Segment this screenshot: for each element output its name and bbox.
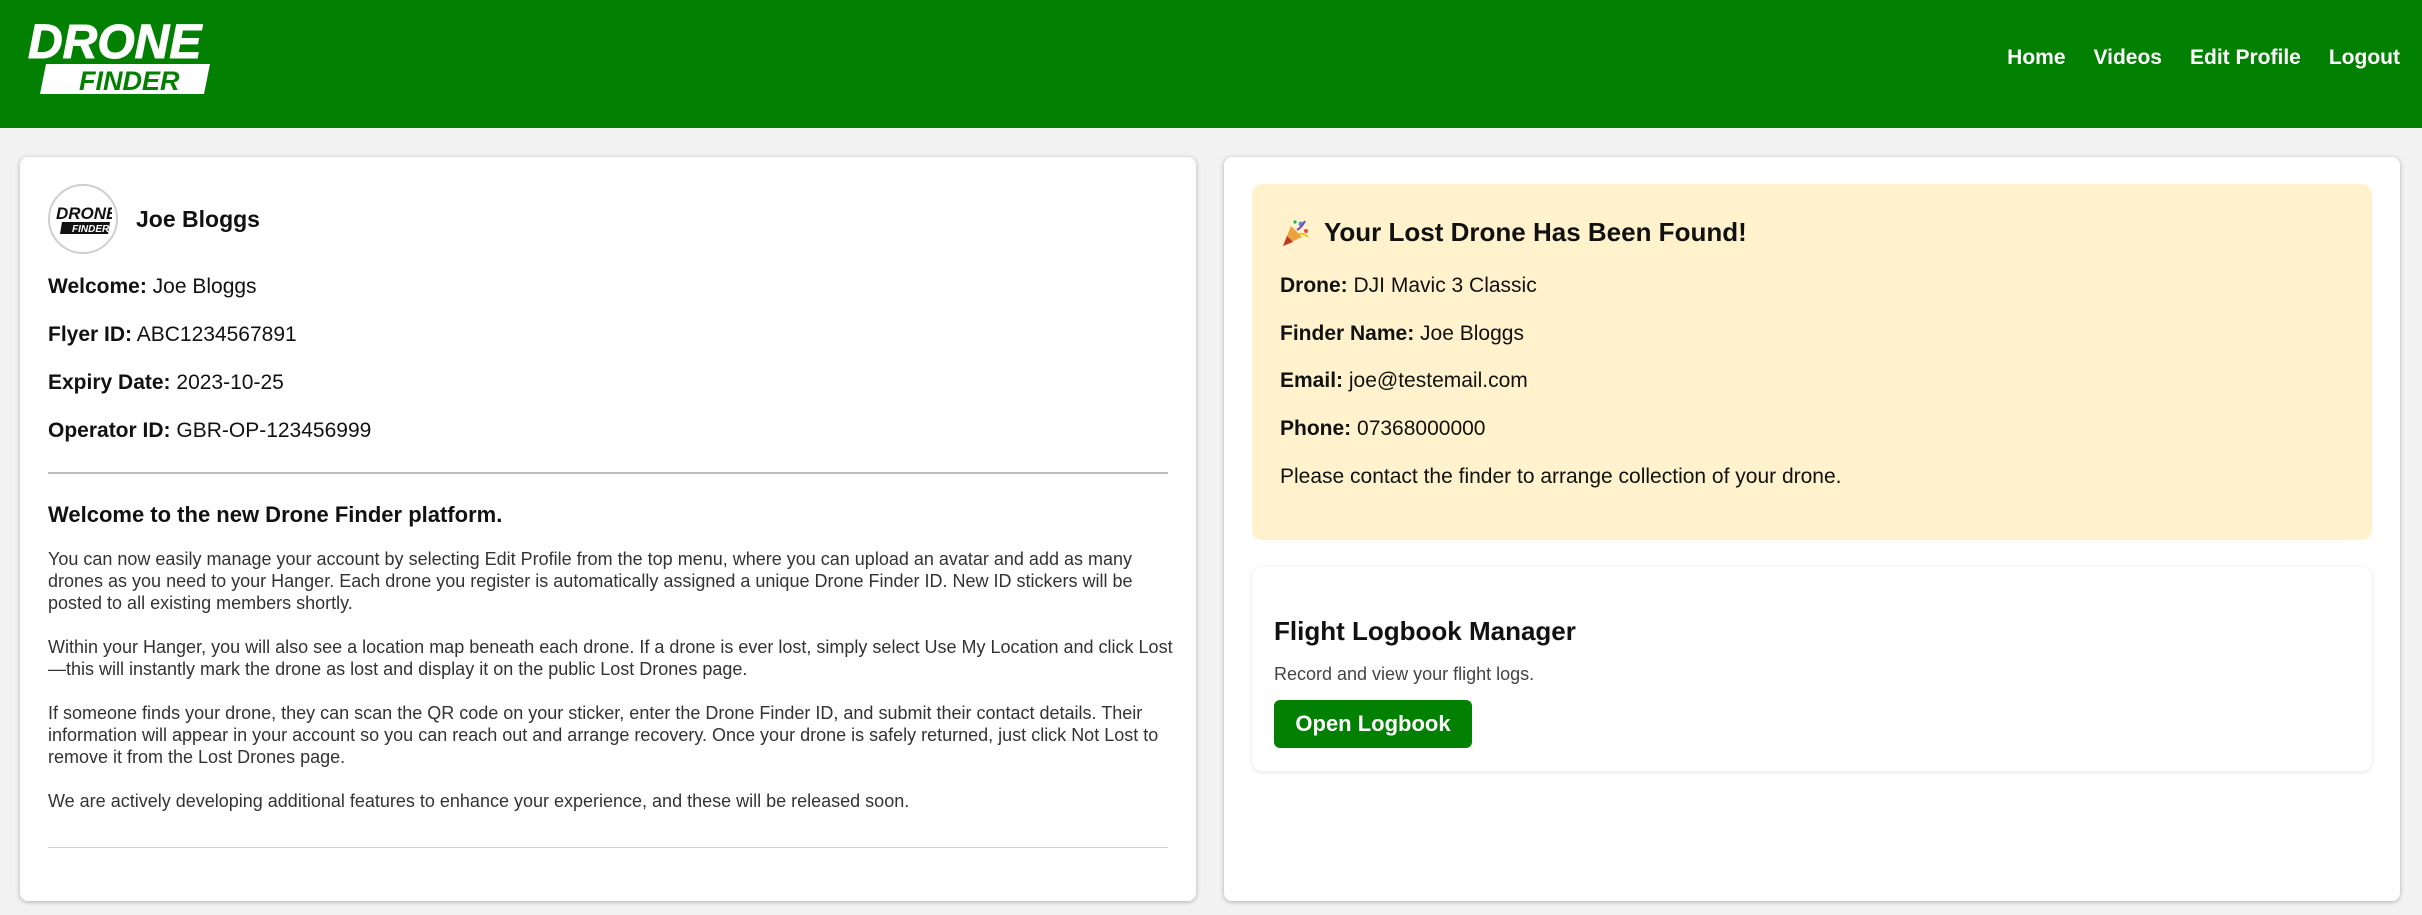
expiry-date-line: Expiry Date: 2023-10-25	[48, 371, 284, 395]
finder-email-value: joe@testemail.com	[1348, 369, 1528, 392]
top-navigation-bar: DRONE FINDER Home Videos Edit Profile Lo…	[0, 0, 2422, 128]
welcome-paragraph: You can now easily manage your account b…	[48, 549, 1133, 613]
flyer-id-label: Flyer ID:	[48, 323, 133, 346]
logbook-subtitle: Record and view your flight logs.	[1274, 664, 1535, 684]
finder-name-line: Finder Name: Joe Bloggs	[1280, 322, 1524, 346]
main-nav: Home Videos Edit Profile Logout	[2007, 0, 2400, 115]
logo-text-top: DRONE	[28, 16, 203, 69]
bottom-divider	[48, 847, 1168, 848]
avatar-logo-icon: DRONE FINDER	[56, 204, 112, 235]
contact-note: Please contact the finder to arrange col…	[1280, 465, 1842, 488]
avatar-logo-bottom: FINDER	[72, 224, 110, 235]
logbook-panel: Flight Logbook Manager Record and view y…	[1252, 567, 2372, 771]
profile-card: DRONE FINDER Joe Bloggs Welcome: Joe Blo…	[20, 157, 1196, 901]
finder-email-line: Email: joe@testemail.com	[1280, 369, 1528, 393]
finder-phone-label: Phone:	[1280, 417, 1352, 440]
found-title-text: Your Lost Drone Has Been Found!	[1324, 217, 1747, 247]
avatar-logo-top: DRONE	[56, 204, 112, 223]
welcome-line: Welcome: Joe Bloggs	[48, 275, 257, 299]
finder-name-label: Finder Name:	[1280, 322, 1415, 345]
profile-divider	[48, 472, 1168, 474]
finder-phone-value: 07368000000	[1357, 417, 1486, 440]
party-popper-icon	[1280, 218, 1310, 248]
welcome-heading: Welcome to the new Drone Finder platform…	[48, 502, 503, 527]
nav-home-link[interactable]: Home	[2007, 46, 2065, 70]
welcome-value: Joe Bloggs	[152, 275, 257, 298]
finder-email-label: Email:	[1280, 369, 1344, 392]
nav-edit-profile-link[interactable]: Edit Profile	[2190, 46, 2301, 70]
finder-name-value: Joe Bloggs	[1420, 322, 1524, 345]
avatar: DRONE FINDER	[48, 184, 118, 254]
flyer-id-value: ABC1234567891	[136, 323, 297, 346]
found-drone-line: Drone: DJI Mavic 3 Classic	[1280, 274, 1537, 298]
nav-videos-link[interactable]: Videos	[2094, 46, 2162, 70]
operator-id-label: Operator ID:	[48, 419, 171, 442]
flyer-id-line: Flyer ID: ABC1234567891	[48, 323, 297, 347]
drone-finder-logo[interactable]: DRONE FINDER	[24, 16, 214, 96]
welcome-paragraph: If someone finds your drone, they can sc…	[48, 703, 1159, 767]
open-logbook-button[interactable]: Open Logbook	[1274, 700, 1472, 748]
profile-name: Joe Bloggs	[136, 205, 260, 232]
expiry-date-value: 2023-10-25	[176, 371, 284, 394]
welcome-label: Welcome:	[48, 275, 147, 298]
finder-phone-line: Phone: 07368000000	[1280, 417, 1486, 441]
logo-text-bottom: FINDER	[79, 66, 180, 96]
found-drone-value: DJI Mavic 3 Classic	[1353, 274, 1537, 297]
operator-id-value: GBR-OP-123456999	[176, 419, 372, 442]
nav-logout-link[interactable]: Logout	[2329, 46, 2400, 70]
expiry-date-label: Expiry Date:	[48, 371, 171, 394]
drone-found-alert: Your Lost Drone Has Been Found! Drone: D…	[1252, 184, 2372, 540]
status-card: Your Lost Drone Has Been Found! Drone: D…	[1224, 157, 2400, 901]
found-title: Your Lost Drone Has Been Found!	[1280, 217, 1747, 248]
found-drone-label: Drone:	[1280, 274, 1348, 297]
logbook-title: Flight Logbook Manager	[1274, 616, 1576, 646]
welcome-paragraph: We are actively developing additional fe…	[48, 791, 910, 811]
operator-id-line: Operator ID: GBR-OP-123456999	[48, 419, 371, 443]
welcome-paragraph: Within your Hanger, you will also see a …	[48, 637, 1173, 679]
profile-header: DRONE FINDER Joe Bloggs	[48, 184, 260, 254]
